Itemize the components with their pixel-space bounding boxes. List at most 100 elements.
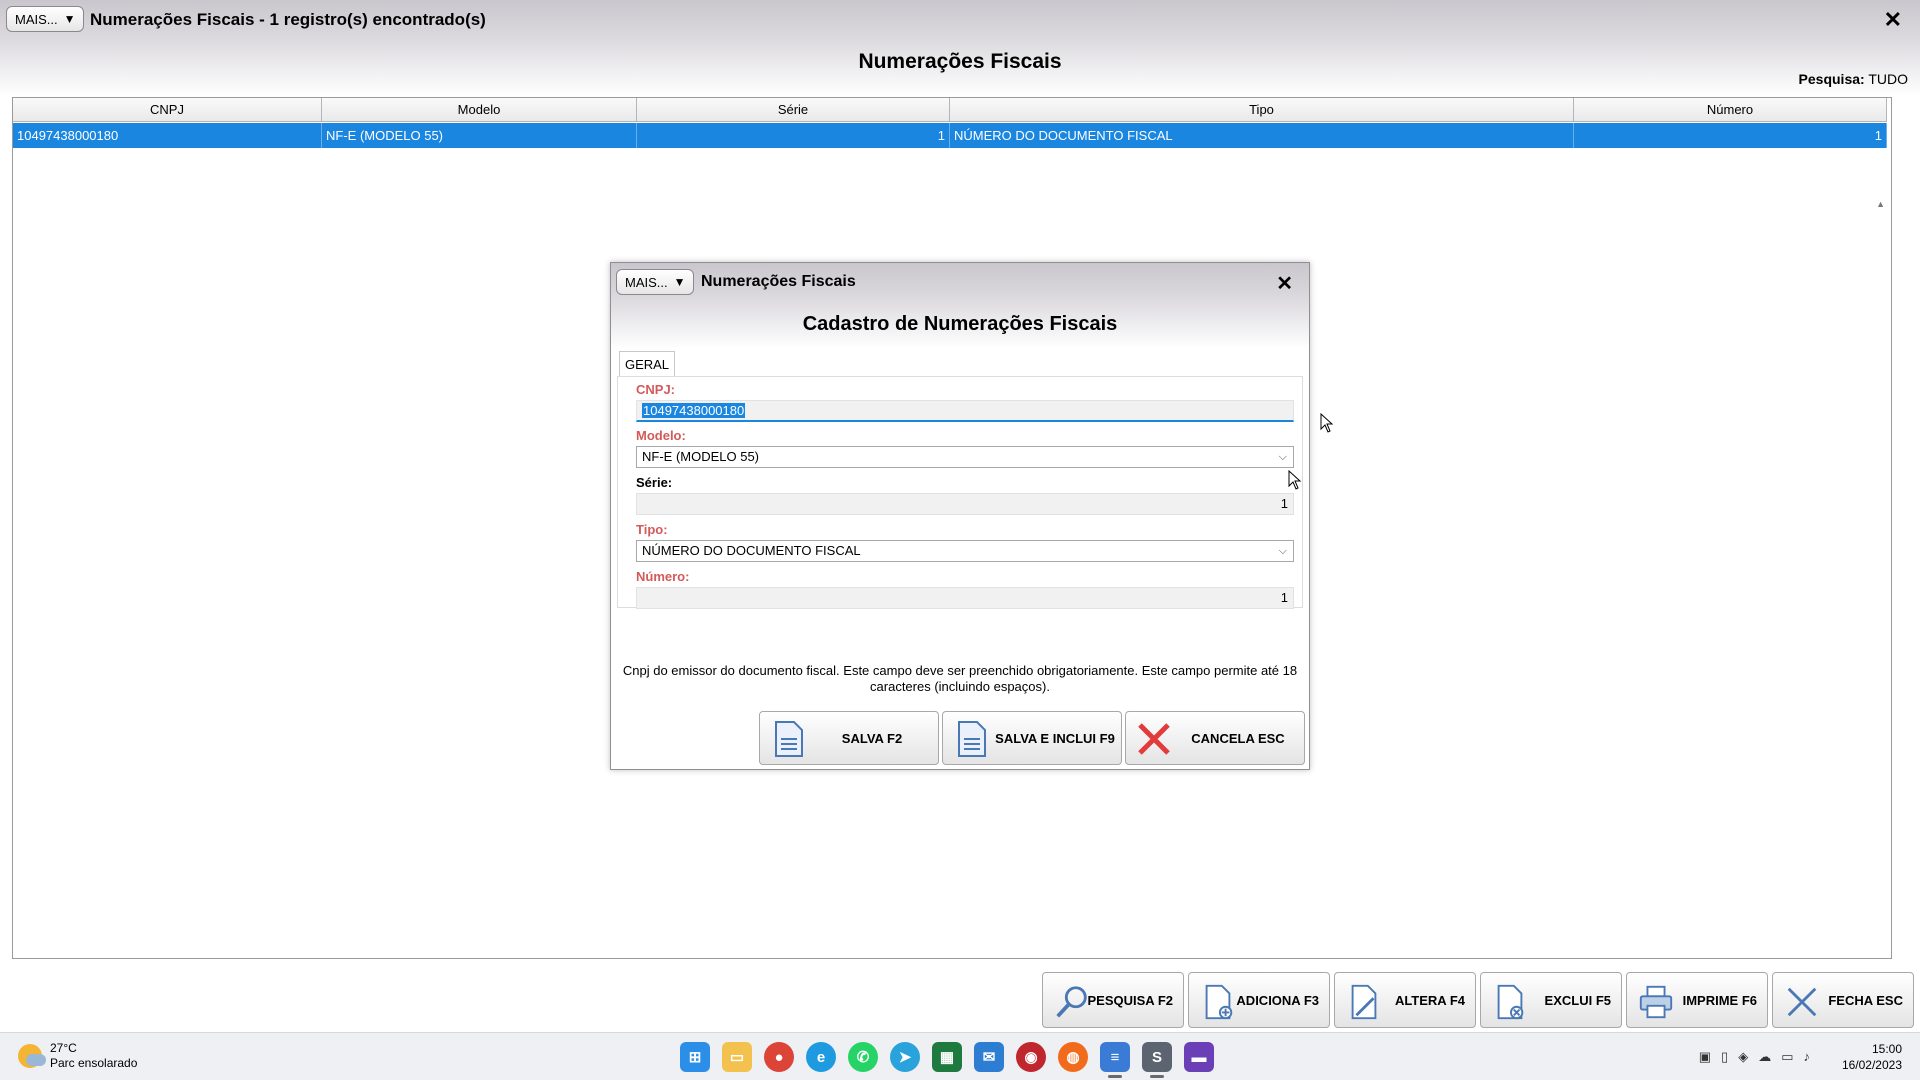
pesquisa-label: PESQUISA F2	[1087, 992, 1173, 1008]
modelo-label: Modelo:	[636, 428, 686, 443]
mais-label: MAIS...	[15, 11, 58, 27]
field-help-text: Cnpj do emissor do documento fiscal. Est…	[622, 663, 1298, 694]
column-header-modelo[interactable]: Modelo	[322, 98, 637, 121]
serie-label: Série:	[636, 475, 673, 490]
cancela-button[interactable]: CANCELA ESC	[1125, 711, 1305, 765]
dropdown-arrow-icon: ▼	[673, 275, 686, 289]
add-document-icon	[1205, 984, 1233, 1020]
tray-network-icon[interactable]: ▭	[1781, 1049, 1793, 1065]
clock-date: 16/02/2023	[1841, 1058, 1902, 1072]
numero-label: Número:	[636, 569, 690, 584]
adiciona-label: ADICIONA F3	[1236, 992, 1319, 1008]
dialog-mais-menu-button[interactable]: MAIS... ▼	[616, 269, 694, 295]
cell-modelo: NF-E (MODELO 55)	[322, 123, 637, 148]
file-explorer-icon[interactable]: ▭	[722, 1042, 752, 1072]
column-header-serie[interactable]: Série	[637, 98, 950, 121]
save-document-icon	[775, 721, 803, 757]
pesquisa-button[interactable]: PESQUISA F2	[1042, 972, 1184, 1028]
tray-battery-icon[interactable]: ▯	[1721, 1049, 1728, 1065]
page-title: Numerações Fiscais	[858, 50, 1062, 73]
tipo-select[interactable]: NÚMERO DO DOCUMENTO FISCAL ⌵	[636, 540, 1294, 562]
exclui-label: EXCLUI F5	[1544, 992, 1611, 1008]
scroll-up-arrow-icon[interactable]: ▲	[1876, 199, 1885, 209]
chevron-down-icon: ⌵	[1278, 545, 1287, 557]
weather-partly-sunny-icon	[18, 1044, 46, 1068]
cancela-label: CANCELA ESC	[1191, 730, 1285, 746]
erp-app-icon[interactable]: S	[1142, 1042, 1172, 1078]
tab-geral[interactable]: GERAL	[619, 351, 675, 377]
dialog-titlebar: MAIS... ▼ Numerações Fiscais ✕	[611, 263, 1309, 299]
cell-tipo: NÚMERO DO DOCUMENTO FISCAL	[950, 123, 1574, 148]
main-mais-menu-button[interactable]: MAIS... ▼	[6, 6, 84, 32]
edge-icon[interactable]: e	[806, 1042, 836, 1072]
weather-widget[interactable]: 27°C Parc ensolarado	[18, 1041, 137, 1071]
mouse-cursor-icon	[1320, 413, 1334, 433]
os-taskbar: 27°C Parc ensolarado ⊞ ▭ ● e ✆ ➤ ▦ ✉ ◉ ◍…	[0, 1032, 1920, 1080]
weather-temperature: 27°C	[50, 1041, 77, 1055]
close-x-icon	[1787, 987, 1817, 1017]
app-red-icon[interactable]: ◉	[1016, 1042, 1046, 1072]
cell-cnpj: 10497438000180	[13, 123, 322, 148]
edit-document-icon	[1351, 984, 1377, 1020]
chevron-down-icon: ⌵	[1278, 451, 1287, 463]
dialog-heading: Cadastro de Numerações Fiscais	[802, 313, 1118, 335]
dialog-title: Numerações Fiscais	[701, 273, 856, 290]
fecha-label: FECHA ESC	[1828, 992, 1903, 1008]
bottom-toolbar: PESQUISA F2 ADICIONA F3 ALTERA F4 EXCLUI…	[1042, 972, 1914, 1028]
salva-button[interactable]: SALVA F2	[759, 711, 939, 765]
column-header-numero[interactable]: Número	[1574, 98, 1887, 121]
salva-e-inclui-button[interactable]: SALVA E INCLUI F9	[942, 711, 1122, 765]
cell-serie: 1	[637, 123, 950, 148]
altera-label: ALTERA F4	[1394, 992, 1465, 1008]
taskbar-clock[interactable]: 15:00 16/02/2023	[1842, 1041, 1902, 1073]
serie-input[interactable]: 1	[636, 493, 1294, 515]
fecha-button[interactable]: FECHA ESC	[1772, 972, 1914, 1028]
tray-app-icon[interactable]: ▣	[1699, 1049, 1711, 1065]
taskbar-apps: ⊞ ▭ ● e ✆ ➤ ▦ ✉ ◉ ◍ ≡ S ▬	[680, 1042, 1214, 1078]
whatsapp-icon[interactable]: ✆	[848, 1042, 878, 1072]
cadastro-dialog: MAIS... ▼ Numerações Fiscais ✕ Cadastro …	[610, 262, 1310, 770]
media-app-icon[interactable]: ▬	[1184, 1042, 1214, 1072]
firefox-icon[interactable]: ◍	[1058, 1042, 1088, 1072]
adiciona-button[interactable]: ADICIONA F3	[1188, 972, 1330, 1028]
tray-security-icon[interactable]: ◈	[1738, 1049, 1748, 1065]
salva-e-inclui-label: SALVA E INCLUI F9	[995, 730, 1115, 746]
table-row[interactable]: 10497438000180 NF-E (MODELO 55) 1 NÚMERO…	[13, 123, 1887, 148]
imprime-button[interactable]: IMPRIME F6	[1626, 972, 1768, 1028]
exclui-button[interactable]: EXCLUI F5	[1480, 972, 1622, 1028]
weather-description: Parc ensolarado	[50, 1056, 138, 1070]
search-filter-label: Pesquisa: TUDO	[1799, 71, 1908, 87]
tipo-select-value: NÚMERO DO DOCUMENTO FISCAL	[642, 543, 861, 558]
cnpj-input-value: 10497438000180	[642, 403, 746, 418]
search-label-key: Pesquisa:	[1798, 71, 1865, 87]
cancel-x-icon	[1138, 723, 1170, 755]
spreadsheet-icon[interactable]: ▦	[932, 1042, 962, 1072]
save-and-add-icon	[958, 721, 986, 757]
cnpj-label: CNPJ:	[636, 382, 676, 397]
window-close-icon[interactable]: ✕	[1884, 7, 1902, 33]
main-titlebar: MAIS... ▼ Numerações Fiscais - 1 registr…	[0, 0, 1920, 40]
column-header-cnpj[interactable]: CNPJ	[13, 98, 322, 121]
notepad-icon[interactable]: ≡	[1100, 1042, 1130, 1078]
system-tray: ▣ ▯ ◈ ☁ ▭ ♪	[1699, 1049, 1810, 1065]
altera-button[interactable]: ALTERA F4	[1334, 972, 1476, 1028]
modelo-select[interactable]: NF-E (MODELO 55) ⌵	[636, 446, 1294, 468]
telegram-icon[interactable]: ➤	[890, 1042, 920, 1072]
cnpj-input[interactable]: 10497438000180	[636, 400, 1294, 422]
window-title: Numerações Fiscais - 1 registro(s) encon…	[90, 10, 486, 29]
modelo-select-value: NF-E (MODELO 55)	[642, 449, 760, 464]
weather-text: 27°C Parc ensolarado	[50, 1041, 137, 1071]
cell-numero: 1	[1574, 123, 1887, 148]
mouse-cursor-trail-icon	[1288, 470, 1302, 490]
form-panel: CNPJ: 10497438000180 Modelo: NF-E (MODEL…	[617, 376, 1303, 609]
tray-volume-icon[interactable]: ♪	[1804, 1049, 1811, 1065]
mail-icon[interactable]: ✉	[974, 1042, 1004, 1072]
dialog-close-icon[interactable]: ✕	[1276, 271, 1293, 296]
tray-cloud-icon[interactable]: ☁	[1758, 1049, 1771, 1065]
grid-header: CNPJ Modelo Série Tipo Número	[13, 98, 1887, 122]
numero-input[interactable]: 1	[636, 587, 1294, 609]
column-header-tipo[interactable]: Tipo	[950, 98, 1574, 121]
windows-start-icon[interactable]: ⊞	[680, 1042, 710, 1072]
chrome-icon[interactable]: ●	[764, 1042, 794, 1072]
dropdown-arrow-icon: ▼	[63, 12, 76, 26]
